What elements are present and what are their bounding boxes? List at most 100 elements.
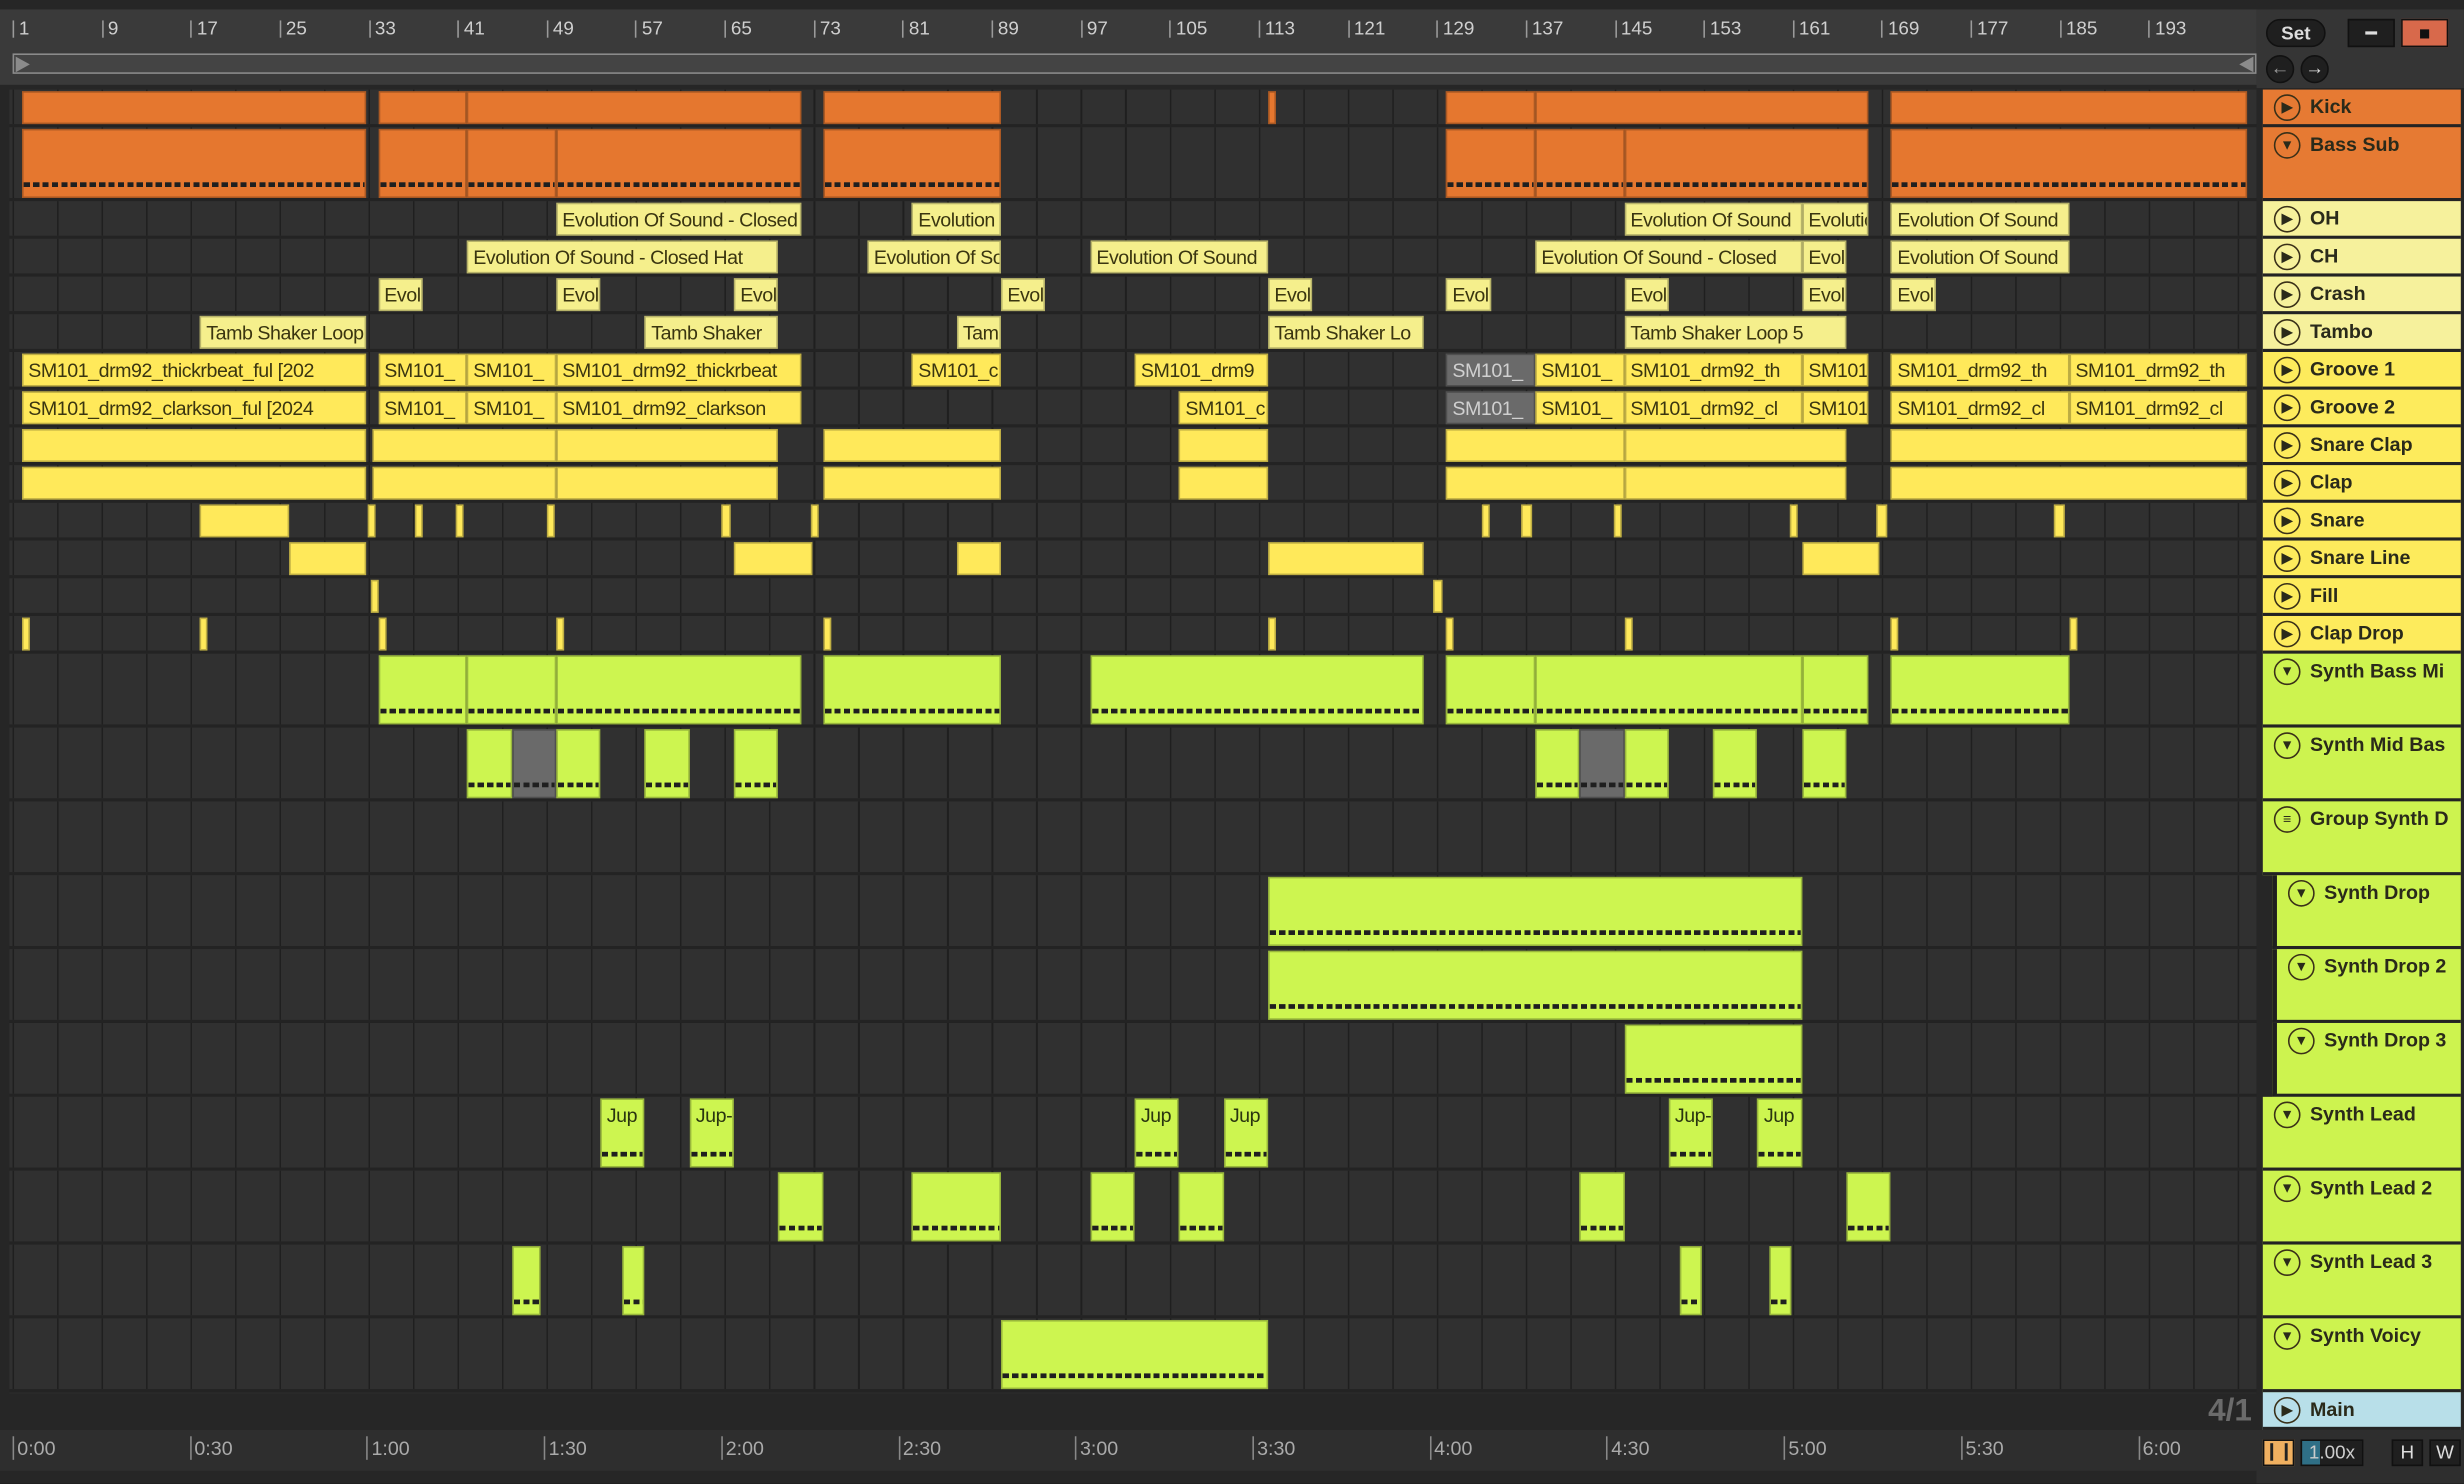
track-header[interactable]: ▼ Synth Drop 3 [2272,1022,2461,1097]
clip[interactable] [1179,428,1269,462]
clip[interactable] [1179,1172,1224,1242]
track-header[interactable]: ▶ Snare [2262,502,2461,541]
clip[interactable] [1624,617,1632,651]
clip[interactable]: SM101_drm92_cl [1624,391,1803,425]
play-icon[interactable]: ▶ [2273,281,2301,308]
clip[interactable] [1891,655,2070,725]
clip[interactable] [823,617,831,651]
track-header[interactable]: ▶ Crash [2262,276,2461,315]
fold-icon[interactable]: ▼ [2273,1101,2301,1129]
track-lane[interactable]: SM101_drm92_thickrbeat_ful [202 SM101_ SM1… [9,351,2257,390]
clip[interactable] [21,91,367,125]
clip[interactable] [1520,504,1532,538]
track-lane[interactable] [9,949,2257,1023]
clip[interactable] [1624,466,1847,500]
track-header[interactable]: ▶ Tambo [2262,314,2461,352]
clip[interactable]: Evol [1001,278,1046,312]
track-lane[interactable]: Evolution Of Sound - Closed Hat Evolution… [9,201,2257,239]
clip[interactable]: Jup [600,1098,646,1168]
clip[interactable] [1802,542,1880,576]
clip[interactable]: Jup- [689,1098,735,1168]
clip[interactable] [372,466,557,500]
track-lane[interactable] [9,727,2257,802]
clip[interactable] [556,466,779,500]
clip[interactable]: Evolution Of Sound - Closed [1535,240,1803,274]
clip[interactable] [1268,876,1803,946]
clip[interactable] [1481,504,1490,538]
clip[interactable] [467,729,512,799]
arrow-right-icon[interactable]: → [2300,54,2329,84]
clip[interactable]: Evolution Of Sound [1802,202,1869,236]
play-icon[interactable]: ▶ [2273,545,2301,572]
clip[interactable] [1891,617,1899,651]
clip[interactable] [556,729,601,799]
w-button[interactable]: W [2429,1439,2461,1467]
clip[interactable] [556,655,801,725]
clip[interactable] [21,128,367,198]
clip[interactable]: Evolution Of Sound [867,240,1002,274]
clip[interactable]: Evol [1446,278,1491,312]
clip[interactable] [511,729,557,799]
clip[interactable] [1432,579,1443,613]
clip[interactable]: SM101_drm92_cl [1891,391,2070,425]
track-lane[interactable] [9,578,2257,616]
clip[interactable] [734,542,812,576]
clip[interactable] [511,1246,541,1316]
clip[interactable] [377,655,467,725]
fold-icon[interactable]: ▼ [2287,953,2315,981]
track-header[interactable]: ▶ Main [2262,1392,2461,1430]
track-lane[interactable] [9,427,2257,466]
clip[interactable] [823,655,1002,725]
fold-icon[interactable]: ▼ [2273,1175,2301,1203]
track-lane[interactable] [9,615,2257,654]
clip[interactable] [1446,466,1625,500]
clip[interactable]: Evol [1268,278,1313,312]
clip[interactable] [467,91,801,125]
clip[interactable]: SM101_drm92_th [1891,353,2070,387]
clip[interactable]: Evolution Of Sound [1090,240,1269,274]
fold-icon[interactable]: ▼ [2287,879,2315,907]
clip[interactable] [823,128,1002,198]
clip[interactable] [467,655,556,725]
track-lane[interactable] [9,89,2257,128]
clip[interactable] [371,579,380,613]
clip[interactable]: Evol [1624,278,1669,312]
clip[interactable] [1446,91,1536,125]
clip[interactable] [1268,617,1276,651]
track-header[interactable]: ▶ OH [2262,201,2461,239]
clip[interactable] [1446,128,1536,198]
track-lane[interactable]: Jup Jup- Jup Jup Jup- Jup [9,1096,2257,1171]
fold-icon[interactable]: ▼ [2273,732,2301,759]
clip[interactable] [199,504,289,538]
clip[interactable] [467,128,556,198]
clip[interactable] [2053,504,2065,538]
track-lane[interactable] [9,1170,2257,1245]
clip[interactable] [1802,729,1847,799]
clip[interactable]: Evolution Of Sound [1891,240,2070,274]
clip[interactable] [547,504,555,538]
clip[interactable]: Tamb Shaker Loop [199,315,367,349]
track-lane[interactable] [9,1022,2257,1097]
track-header[interactable]: ▶ Groove 2 [2262,389,2461,428]
track-lane[interactable] [9,1244,2257,1319]
clip[interactable] [823,91,1002,125]
track-lane[interactable] [9,1318,2257,1393]
clip[interactable] [823,466,1002,500]
clip[interactable]: Tamb Shaker Loop 5 [1624,315,1847,349]
clip[interactable]: SM101_drm92_th [1624,353,1803,387]
clip[interactable]: SM101_ [1446,353,1536,387]
clip[interactable]: Evol [377,278,423,312]
track-lane[interactable] [9,502,2257,541]
track-lane[interactable]: SM101_drm92_clarkson_ful [2024 SM101_ SM10… [9,389,2257,428]
play-icon[interactable]: ▶ [2273,507,2301,535]
clip[interactable] [1535,655,1803,725]
fold-icon[interactable]: ▼ [2273,1323,2301,1350]
clip[interactable]: Evolution Of Sound [1802,240,1847,274]
fold-icon[interactable]: ▼ [2273,1249,2301,1276]
lock-icon[interactable]: ■ [2401,18,2449,48]
clip[interactable]: SM101_drm92_cl [2069,391,2248,425]
track-header[interactable]: ▼ Synth Voicy [2262,1318,2461,1393]
clip[interactable] [1768,1246,1791,1316]
clip[interactable] [1876,504,1888,538]
clip[interactable] [823,428,1002,462]
